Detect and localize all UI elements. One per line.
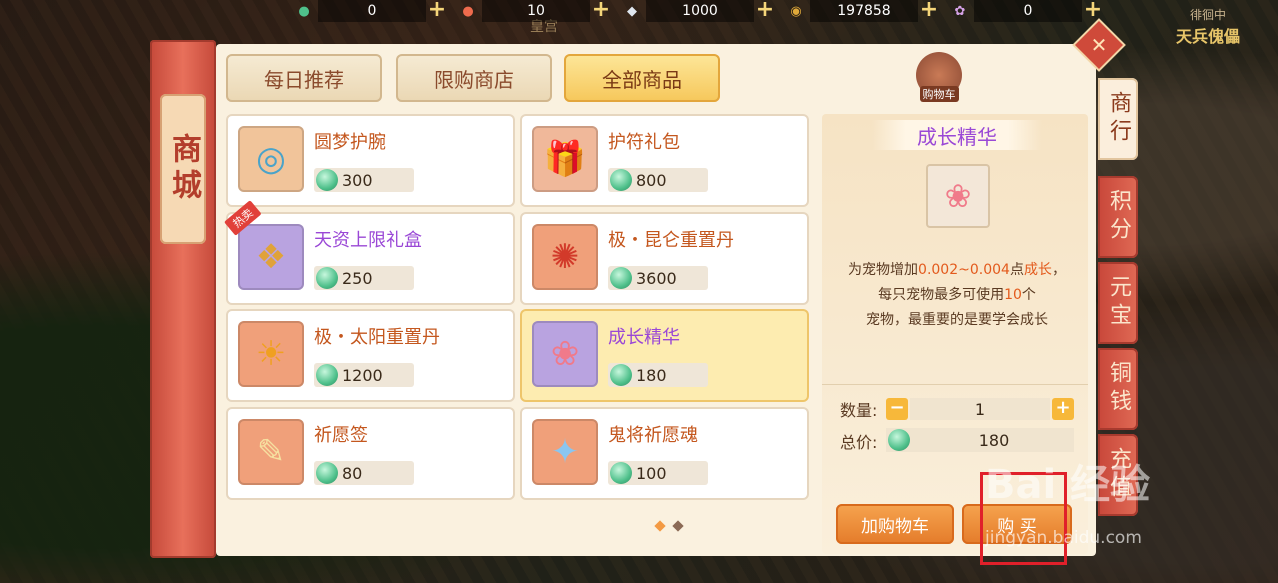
total-price-field: 180 xyxy=(886,428,1074,452)
item-price: 180 xyxy=(608,363,708,387)
pet-token-icon: ✿ xyxy=(954,3,966,19)
side-tab-3[interactable]: 铜钱 xyxy=(1098,348,1138,430)
item-name: 祈愿签 xyxy=(314,425,368,446)
hud-target: 徘徊中 天兵傀儡 xyxy=(1176,6,1240,47)
detail-item-icon: ❀ xyxy=(926,164,990,228)
resource-value: 197858 xyxy=(810,0,918,22)
resource-3: ◉ 197858 + xyxy=(782,0,940,22)
page-dot-1[interactable] xyxy=(654,520,666,532)
item-icon: ◎ xyxy=(238,126,304,192)
resource-value: 0 xyxy=(318,0,426,22)
item-price: 100 xyxy=(608,461,708,485)
shop-item-card[interactable]: ✦ 鬼将祈愿魂 100 xyxy=(522,409,807,498)
shop-item-card[interactable]: ☀ 极・太阳重置丹 1200 xyxy=(228,311,513,400)
item-icon: ✦ xyxy=(532,419,598,485)
resource-1: ● 10 + xyxy=(454,0,612,22)
side-tab-1[interactable]: 积分 xyxy=(1098,176,1138,258)
quantity-increase-button[interactable]: + xyxy=(1052,398,1074,420)
detail-item-name: 成长精华 xyxy=(872,120,1042,150)
resource-4: ✿ 0 + xyxy=(946,0,1104,22)
item-icon: ✺ xyxy=(532,224,598,290)
item-icon: ❖ xyxy=(238,224,304,290)
jade-currency-icon xyxy=(610,169,632,191)
item-name: 护符礼包 xyxy=(608,132,680,153)
item-price: 3600 xyxy=(608,266,708,290)
jade-currency-icon xyxy=(888,429,910,451)
target-status: 徘徊中 xyxy=(1189,8,1226,22)
page-dot-2[interactable] xyxy=(672,520,684,532)
shop-item-card[interactable]: ✺ 极・昆仑重置丹 3600 xyxy=(522,214,807,303)
copper-coin-icon: ◉ xyxy=(790,3,802,19)
item-icon: ☀ xyxy=(238,321,304,387)
shop-title: 商城 xyxy=(160,94,206,244)
cart-label: 购物车 xyxy=(919,86,959,102)
total-price-label: 总价: xyxy=(840,433,878,452)
watermark-url: jingyan.baidu.com xyxy=(985,528,1142,548)
side-tab-0[interactable]: 商行 xyxy=(1098,78,1138,160)
tab-all-items[interactable]: 全部商品 xyxy=(564,54,720,102)
item-name: 成长精华 xyxy=(608,327,680,348)
close-button[interactable]: ✕ xyxy=(1074,20,1124,70)
item-icon: 🎁 xyxy=(532,126,598,192)
page-indicator xyxy=(654,520,684,532)
item-price: 250 xyxy=(314,266,414,290)
jade-currency-icon xyxy=(316,267,338,289)
add-to-cart-button[interactable]: 加购物车 xyxy=(836,504,954,544)
resource-0: ● 0 + xyxy=(290,0,448,22)
item-name: 极・太阳重置丹 xyxy=(314,327,440,348)
item-name: 天资上限礼盒 xyxy=(314,230,422,251)
resource-2: ◆ 1000 + xyxy=(618,0,776,22)
close-icon: ✕ xyxy=(1090,33,1108,57)
item-price: 80 xyxy=(314,461,414,485)
detail-description: 为宠物增加0.002~0.004点成长， 每只宠物最多可使用10个 宠物，最重要… xyxy=(848,262,1066,328)
silver-ingot-icon: ◆ xyxy=(627,3,637,19)
jade-currency-icon xyxy=(316,169,338,191)
jade-currency-icon xyxy=(610,364,632,386)
item-name: 极・昆仑重置丹 xyxy=(608,230,734,251)
shop-panel: 商城 每日推荐 限购商店 全部商品 购物车 ◎ 圆梦护腕 300 🎁 护符礼包 8… xyxy=(150,40,1098,558)
jade-currency-icon xyxy=(610,267,632,289)
tab-limited-shop[interactable]: 限购商店 xyxy=(396,54,552,102)
jade-token-icon: ● xyxy=(298,3,310,19)
target-name: 天兵傀儡 xyxy=(1175,27,1240,46)
shop-content: 每日推荐 限购商店 全部商品 购物车 ◎ 圆梦护腕 300 🎁 护符礼包 800 ❖… xyxy=(216,44,1096,556)
add-resource-button[interactable]: + xyxy=(754,0,776,22)
item-icon: ❀ xyxy=(532,321,598,387)
shop-item-card[interactable]: ✎ 祈愿签 80 xyxy=(228,409,513,498)
quantity-label: 数量: xyxy=(840,401,878,420)
item-price: 300 xyxy=(314,168,414,192)
jade-currency-icon xyxy=(316,364,338,386)
resource-value: 0 xyxy=(974,0,1082,22)
jade-currency-icon xyxy=(316,462,338,484)
quantity-decrease-button[interactable]: − xyxy=(886,398,908,420)
side-tab-2[interactable]: 元宝 xyxy=(1098,262,1138,344)
shop-item-card[interactable]: ❖ 热卖 天资上限礼盒 250 xyxy=(224,200,513,303)
add-resource-button[interactable]: + xyxy=(1082,0,1104,22)
red-token-icon: ● xyxy=(462,3,474,19)
quantity-field[interactable]: 1 xyxy=(910,398,1050,420)
item-price: 1200 xyxy=(314,363,414,387)
shop-item-card[interactable]: ❀ 成长精华 180 xyxy=(522,311,807,400)
resource-value: 10 xyxy=(482,0,590,22)
detail-divider xyxy=(822,384,1088,385)
resource-value: 1000 xyxy=(646,0,754,22)
cart-button[interactable]: 购物车 xyxy=(916,52,962,102)
shop-item-card[interactable]: 🎁 护符礼包 800 xyxy=(522,116,807,205)
item-icon: ✎ xyxy=(238,419,304,485)
tab-daily-recommend[interactable]: 每日推荐 xyxy=(226,54,382,102)
shop-banner: 商城 xyxy=(150,40,216,558)
item-name: 鬼将祈愿魂 xyxy=(608,425,698,446)
resource-bar: ● 0 + ● 10 + ◆ 1000 + ◉ 197858 + ✿ 0 + xyxy=(290,0,1110,22)
add-resource-button[interactable]: + xyxy=(918,0,940,22)
jade-currency-icon xyxy=(610,462,632,484)
shop-item-card[interactable]: ◎ 圆梦护腕 300 xyxy=(228,116,513,205)
item-name: 圆梦护腕 xyxy=(314,132,386,153)
add-resource-button[interactable]: + xyxy=(590,0,612,22)
add-resource-button[interactable]: + xyxy=(426,0,448,22)
watermark-logo: Bai 经验 xyxy=(985,462,1151,508)
item-price: 800 xyxy=(608,168,708,192)
